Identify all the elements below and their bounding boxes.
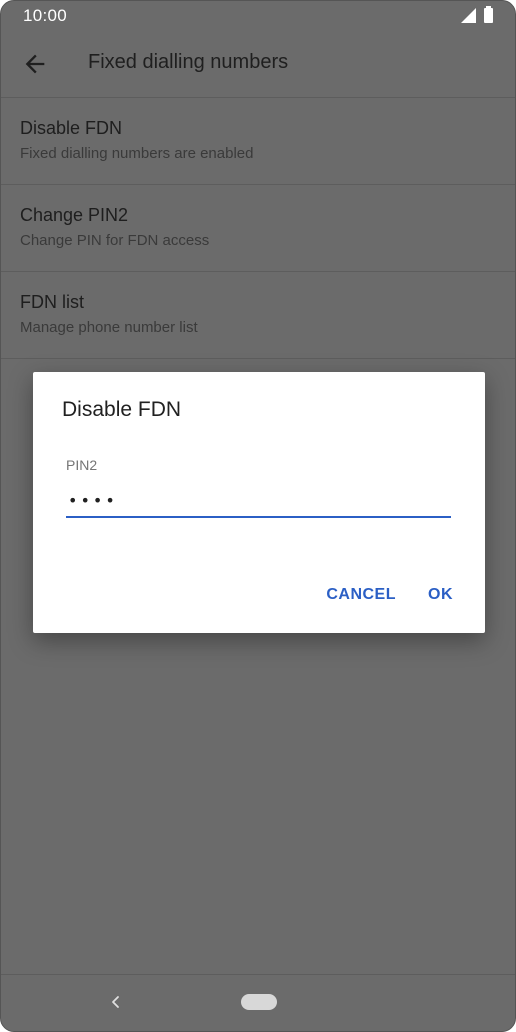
toolbar: Fixed dialling numbers xyxy=(1,31,515,98)
settings-list: Disable FDN Fixed dialling numbers are e… xyxy=(1,98,515,359)
pin2-input[interactable] xyxy=(66,484,451,518)
arrow-back-icon[interactable] xyxy=(21,50,49,78)
status-bar: 10:00 xyxy=(1,1,515,31)
list-item-change-pin2[interactable]: Change PIN2 Change PIN for FDN access xyxy=(1,185,515,272)
navigation-bar xyxy=(1,974,515,1031)
list-item-subtitle: Fixed dialling numbers are enabled xyxy=(20,145,254,162)
list-item-subtitle: Manage phone number list xyxy=(20,319,198,336)
list-item-title: Change PIN2 xyxy=(20,205,129,225)
list-item-disable-fdn[interactable]: Disable FDN Fixed dialling numbers are e… xyxy=(1,98,515,185)
list-item-title: FDN list xyxy=(20,292,84,312)
battery-icon xyxy=(484,6,493,23)
list-item-fdn-list[interactable]: FDN list Manage phone number list xyxy=(1,272,515,359)
status-icons xyxy=(461,6,493,23)
dialog-title: Disable FDN xyxy=(62,398,182,421)
pin2-label: PIN2 xyxy=(66,457,98,473)
ok-button[interactable]: OK xyxy=(416,580,465,610)
page-title: Fixed dialling numbers xyxy=(88,51,289,73)
home-pill-icon[interactable] xyxy=(241,994,277,1010)
cancel-button[interactable]: CANCEL xyxy=(314,580,408,610)
signal-icon xyxy=(461,8,476,23)
nav-back-icon[interactable] xyxy=(106,991,124,1013)
list-item-subtitle: Change PIN for FDN access xyxy=(20,232,210,249)
status-time: 10:00 xyxy=(23,6,68,25)
list-item-title: Disable FDN xyxy=(20,118,123,138)
phone-screen: 10:00 Fixed dialling numbers Disable FDN… xyxy=(0,0,516,1032)
dialog-actions: CANCEL OK xyxy=(314,580,465,610)
disable-fdn-dialog: Disable FDN PIN2 CANCEL OK xyxy=(33,372,485,633)
